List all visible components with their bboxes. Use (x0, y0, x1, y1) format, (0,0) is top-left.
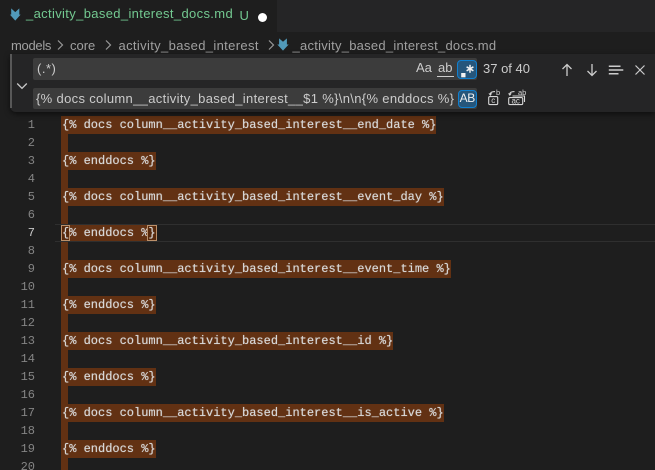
svg-text:b: b (496, 89, 500, 97)
svg-text:c: c (491, 96, 495, 105)
svg-text:ac: ac (511, 96, 519, 105)
